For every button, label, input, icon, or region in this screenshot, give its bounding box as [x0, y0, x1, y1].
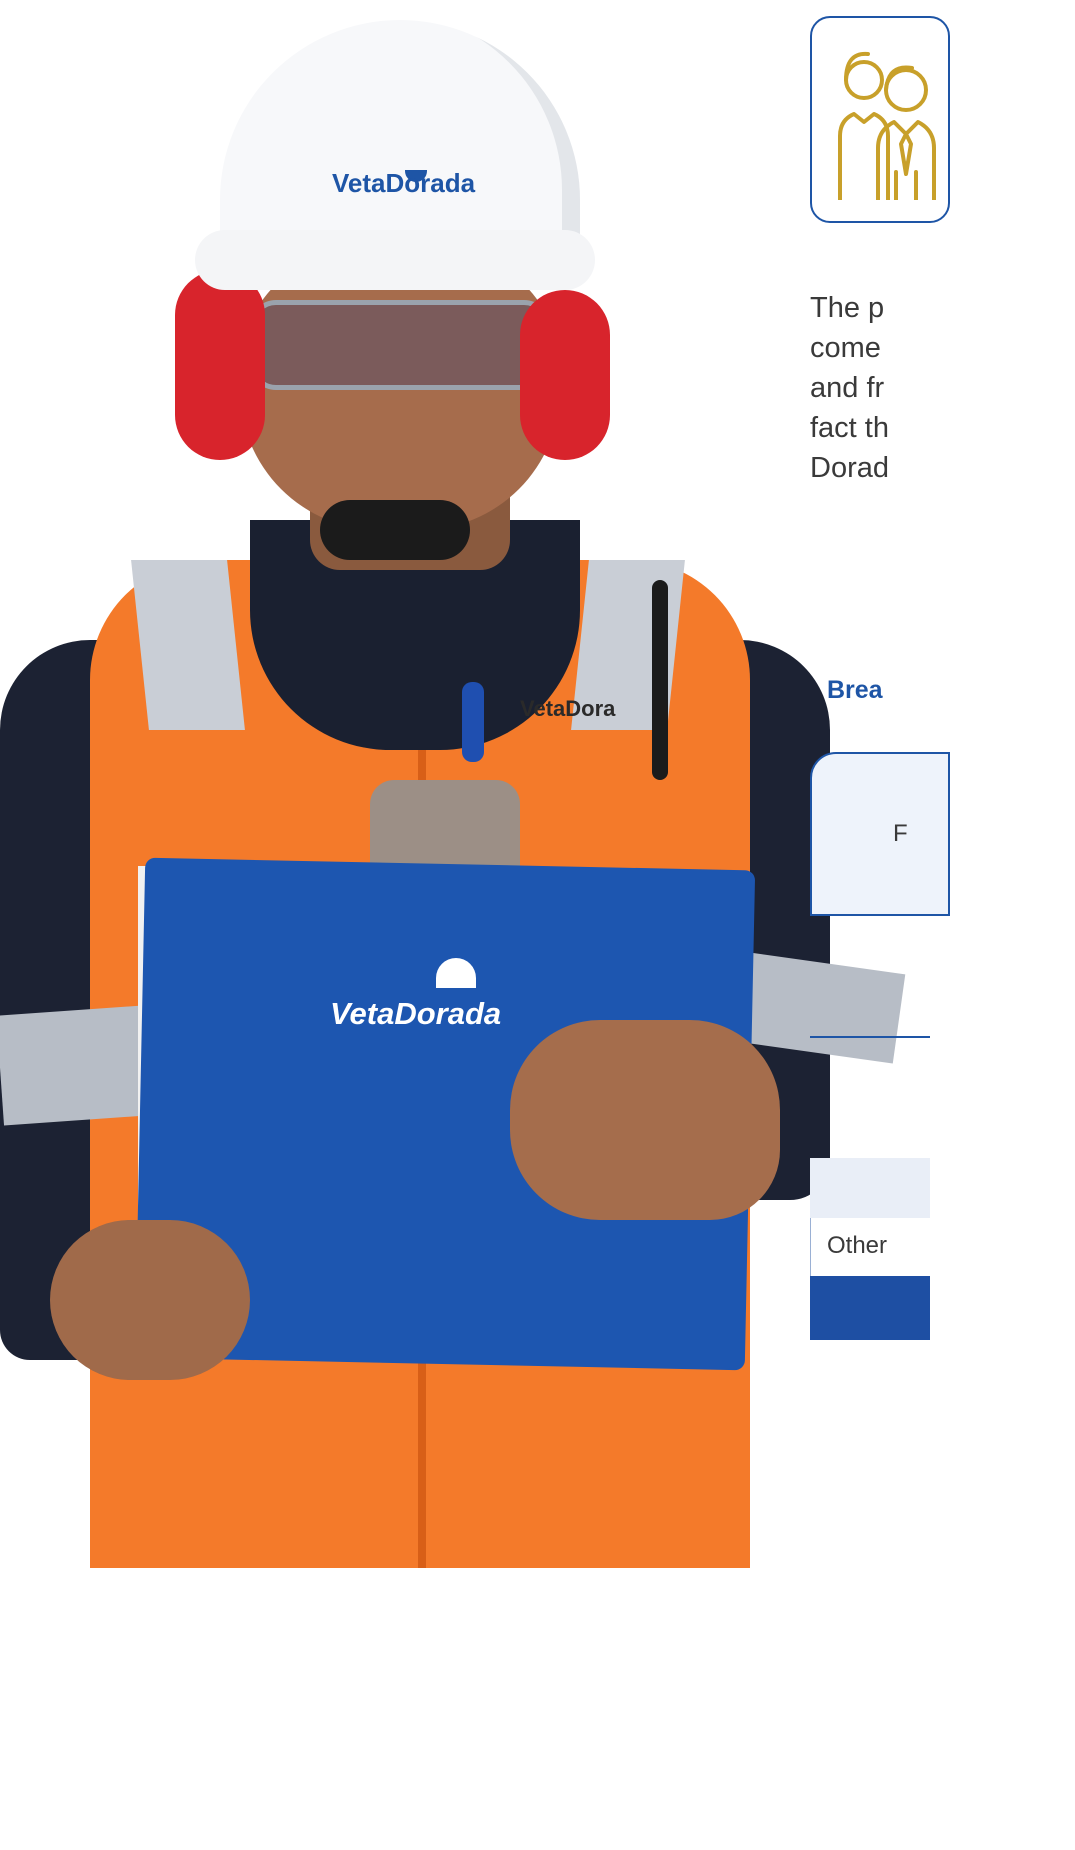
- intro-paragraph: The p come and fr fact th Dorad: [810, 288, 1075, 488]
- face: [240, 250, 560, 530]
- left-hand: [50, 1220, 250, 1380]
- worker-photo: VetaDorada VetaDora VetaDorada: [0, 0, 906, 1568]
- pen: [462, 682, 484, 762]
- table-row-label: Other: [827, 1232, 888, 1259]
- vest-logo-text: VetaDora: [520, 696, 616, 721]
- intro-line: Dorad: [810, 452, 889, 484]
- radio-antenna: [652, 580, 668, 780]
- left-earmuff: [175, 270, 265, 460]
- people-group-icon: [838, 51, 936, 200]
- table-header-cell: F: [810, 752, 950, 916]
- section-heading: Brea: [827, 676, 883, 704]
- right-earmuff: [520, 290, 610, 460]
- intro-line: come: [810, 332, 881, 364]
- intro-line: fact th: [810, 412, 889, 444]
- table-border: [810, 1218, 811, 1276]
- icon-box: [810, 16, 950, 223]
- chin-strap: [320, 500, 470, 560]
- clipboard-logo-text: VetaDorada: [330, 996, 502, 1031]
- table-header-text: F: [893, 820, 908, 847]
- safety-glasses: [250, 300, 550, 390]
- table-divider: [810, 1036, 930, 1038]
- table-footer-row: [810, 1276, 930, 1340]
- hard-hat-brim: [195, 230, 595, 290]
- helmet-logo-text: VetaDorada: [332, 168, 476, 198]
- left-reflective-strip: [131, 560, 245, 730]
- table-row-band: [810, 1158, 930, 1218]
- intro-line: and fr: [810, 372, 885, 404]
- right-hand: [510, 1020, 780, 1220]
- intro-line: The p: [810, 292, 885, 324]
